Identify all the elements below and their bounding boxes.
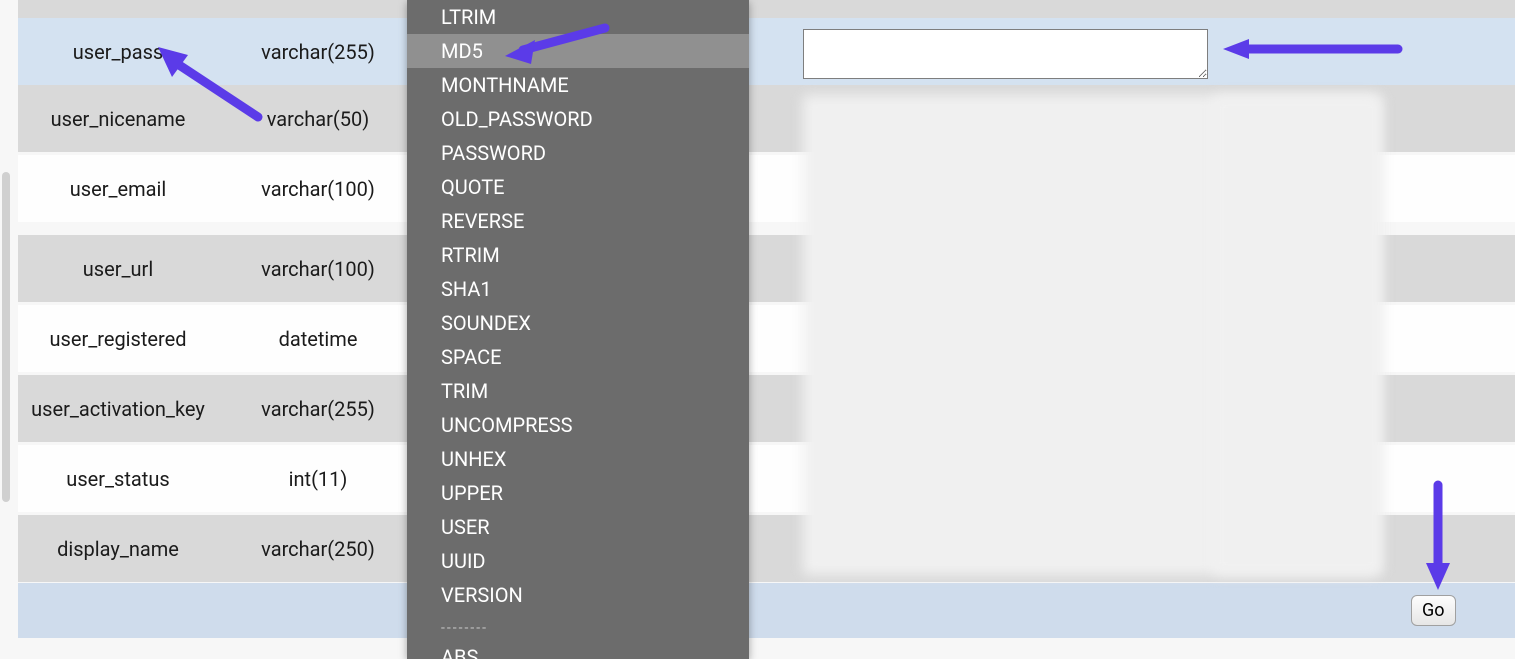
column-name: user_registered <box>18 327 218 351</box>
column-name: user_status <box>18 467 218 491</box>
dropdown-option[interactable]: REVERSE <box>407 204 749 238</box>
column-name: user_pass <box>18 40 218 64</box>
column-type: datetime <box>218 327 418 351</box>
column-type: varchar(100) <box>218 257 418 281</box>
dropdown-option[interactable]: UUID <box>407 544 749 578</box>
dropdown-option[interactable]: OLD_PASSWORD <box>407 102 749 136</box>
column-name: user_nicename <box>18 107 218 131</box>
dropdown-option[interactable]: VERSION <box>407 578 749 612</box>
column-type: varchar(100) <box>218 177 418 201</box>
dropdown-option[interactable]: UPPER <box>407 476 749 510</box>
column-name: user_email <box>18 177 218 201</box>
column-name: display_name <box>18 537 218 561</box>
column-type: varchar(255) <box>218 397 418 421</box>
dropdown-option[interactable]: UNHEX <box>407 442 749 476</box>
dropdown-option[interactable]: PASSWORD <box>407 136 749 170</box>
page-scrollbar[interactable] <box>2 172 10 502</box>
column-name: user_url <box>18 257 218 281</box>
dropdown-option[interactable]: SOUNDEX <box>407 306 749 340</box>
value-input[interactable] <box>803 29 1208 79</box>
dropdown-option[interactable]: TRIM <box>407 374 749 408</box>
function-dropdown[interactable]: LTRIMMD5MONTHNAMEOLD_PASSWORDPASSWORDQUO… <box>407 0 749 659</box>
dropdown-option[interactable]: LTRIM <box>407 0 749 34</box>
column-type: varchar(50) <box>218 107 418 131</box>
column-type: varchar(255) <box>218 40 418 64</box>
dropdown-option[interactable]: RTRIM <box>407 238 749 272</box>
dropdown-option[interactable]: QUOTE <box>407 170 749 204</box>
go-button[interactable]: Go <box>1411 595 1456 626</box>
table-row[interactable]: user_passvarchar(255) <box>18 18 1515 85</box>
dropdown-separator: -------- <box>441 620 715 636</box>
dropdown-option[interactable]: MD5 <box>407 34 749 68</box>
column-name: user_activation_key <box>18 397 218 421</box>
dropdown-option[interactable]: MONTHNAME <box>407 68 749 102</box>
dropdown-option[interactable]: USER <box>407 510 749 544</box>
table-row[interactable] <box>18 583 1515 638</box>
column-type: varchar(250) <box>218 537 418 561</box>
dropdown-option[interactable]: ABS <box>407 640 749 659</box>
dropdown-option[interactable]: SPACE <box>407 340 749 374</box>
dropdown-option[interactable]: SHA1 <box>407 272 749 306</box>
table-row[interactable] <box>18 0 1515 18</box>
dropdown-option[interactable]: UNCOMPRESS <box>407 408 749 442</box>
redacted-panel <box>1213 95 1383 575</box>
column-type: int(11) <box>218 467 418 491</box>
